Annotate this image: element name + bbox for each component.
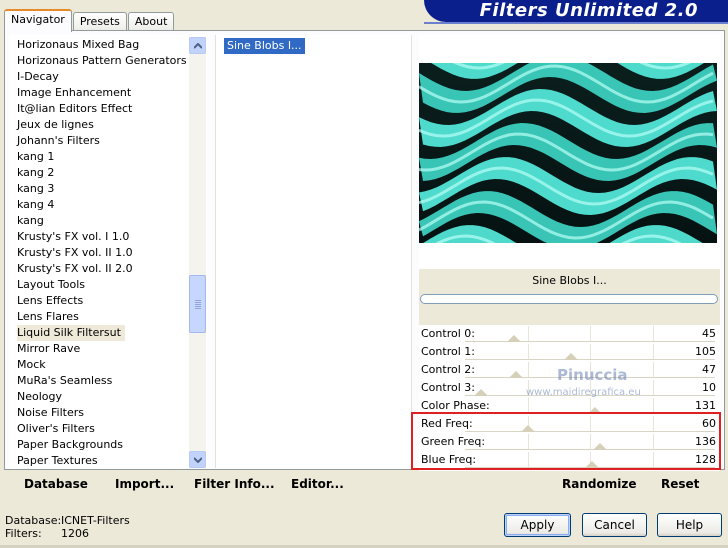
cancel-button[interactable]: Cancel (582, 513, 647, 537)
control-label: Control 1: (421, 345, 475, 358)
category-item[interactable]: Lens Effects (17, 293, 83, 309)
progress-bar (420, 294, 718, 304)
slider-tick (527, 362, 529, 377)
category-item[interactable]: It@lian Editors Effect (17, 101, 132, 117)
slider-tick (652, 362, 654, 377)
preview-image (419, 63, 717, 243)
slider-thumb[interactable] (507, 335, 522, 342)
category-item[interactable]: Oliver's Filters (17, 421, 95, 437)
category-item[interactable]: Johann's Filters (17, 133, 100, 149)
control-value: 10 (702, 381, 716, 394)
app-banner: Filters Unlimited 2.0 (424, 0, 728, 22)
control-label: Control 3: (421, 381, 475, 394)
category-item[interactable]: Paper Backgrounds (17, 437, 123, 453)
slider-tick (527, 326, 529, 341)
filters-label: Filters: (5, 527, 42, 540)
banner-divider (424, 22, 728, 24)
watermark-name: Pinuccia (557, 366, 628, 384)
slider-thumb[interactable] (509, 371, 524, 378)
scroll-down-button[interactable] (189, 451, 206, 468)
import-button[interactable]: Import... (115, 477, 174, 491)
category-item[interactable]: Krusty's FX vol. II 2.0 (17, 261, 133, 277)
tab-about[interactable]: About (127, 12, 175, 32)
database-button[interactable]: Database (24, 477, 88, 491)
category-scrollbar[interactable] (189, 37, 206, 468)
slider-thumb[interactable] (563, 353, 578, 360)
category-item[interactable]: Image Enhancement (17, 85, 131, 101)
control-label: Control 0: (421, 327, 475, 340)
filters-count: 1206 (61, 527, 89, 540)
slider-tick (590, 326, 591, 341)
category-item[interactable]: Horizonaus Pattern Generators (17, 53, 187, 69)
category-item[interactable]: Noise Filters (17, 405, 84, 421)
scroll-thumb[interactable] (189, 275, 206, 333)
category-item[interactable]: Krusty's FX vol. II 1.0 (17, 245, 133, 261)
highlight-frame (411, 412, 721, 470)
slider-track[interactable] (465, 341, 715, 342)
category-item[interactable]: Paper Textures (17, 453, 98, 469)
slider-tick (652, 326, 654, 341)
category-item[interactable]: Mock (17, 357, 46, 373)
category-list[interactable]: Horizonaus Mixed Bag Horizonaus Pattern G… (9, 35, 208, 468)
category-item[interactable]: Layout Tools (17, 277, 85, 293)
slider-tick (652, 344, 654, 359)
editor-button[interactable]: Editor... (291, 477, 344, 491)
apply-button[interactable]: Apply (504, 513, 571, 537)
randomize-button[interactable]: Randomize (562, 477, 636, 491)
category-item[interactable]: Neology (17, 389, 62, 405)
category-item[interactable]: kang 3 (17, 181, 54, 197)
control-value: 47 (702, 363, 716, 376)
slider-tick (652, 398, 654, 413)
app-title: Filters Unlimited 2.0 (479, 0, 698, 21)
control-label: Color Phase: (421, 399, 490, 412)
database-label: Database: (5, 514, 62, 527)
filter-item-selected[interactable]: Sine Blobs I... (224, 38, 305, 54)
slider-track[interactable] (465, 359, 715, 360)
slider-thumb[interactable] (474, 389, 489, 396)
category-item[interactable]: Mirror Rave (17, 341, 80, 357)
slider-tick (590, 344, 591, 359)
chevron-up-icon (194, 43, 202, 49)
category-item[interactable]: I-Decay (17, 69, 59, 85)
category-item[interactable]: Lens Flares (17, 309, 79, 325)
preview-filter-name: Sine Blobs I... (532, 274, 607, 287)
category-item[interactable]: MuRa's Seamless (17, 373, 112, 389)
tab-presets[interactable]: Presets (72, 12, 127, 32)
slider-tick (652, 380, 654, 395)
control-row[interactable]: Control 0: 45 (419, 325, 719, 343)
right-button-bar: Randomize Reset (419, 472, 720, 498)
watermark-url: www.maidiregrafica.eu (526, 387, 641, 398)
control-value: 131 (695, 399, 716, 412)
slider-tick (527, 398, 529, 413)
category-item[interactable]: Liquid Silk Filtersut (17, 325, 125, 341)
tab-navigator[interactable]: Navigator (4, 9, 72, 32)
slider-tick (527, 344, 529, 359)
control-row[interactable]: Control 1: 105 (419, 343, 719, 361)
filter-info-button[interactable]: Filter Info... (194, 477, 275, 491)
scroll-up-button[interactable] (189, 37, 206, 54)
reset-button[interactable]: Reset (661, 477, 699, 491)
status-info: Database:ICNET-Filters Filters: 1206 (5, 514, 130, 540)
category-item[interactable]: Krusty's FX vol. I 1.0 (17, 229, 129, 245)
filter-name-area: Sine Blobs I... (419, 269, 720, 325)
control-value: 105 (695, 345, 716, 358)
category-item[interactable]: Horizonaus Mixed Bag (17, 37, 139, 53)
sine-blobs-preview (419, 63, 717, 243)
filter-list[interactable]: Sine Blobs I... (215, 35, 412, 468)
control-label: Control 2: (421, 363, 475, 376)
left-button-bar: Database Import... Filter Info... Editor… (9, 472, 411, 498)
tab-bar: Navigator Presets About (4, 9, 175, 32)
category-item[interactable]: Jeux de lignes (17, 117, 94, 133)
category-item[interactable]: kang 4 (17, 197, 54, 213)
help-button[interactable]: Help (657, 513, 722, 537)
category-item[interactable]: kang (17, 213, 44, 229)
category-item[interactable]: kang 1 (17, 149, 54, 165)
category-item[interactable]: kang 2 (17, 165, 54, 181)
database-value: ICNET-Filters (61, 514, 130, 527)
control-value: 45 (702, 327, 716, 340)
chevron-down-icon (194, 457, 202, 463)
